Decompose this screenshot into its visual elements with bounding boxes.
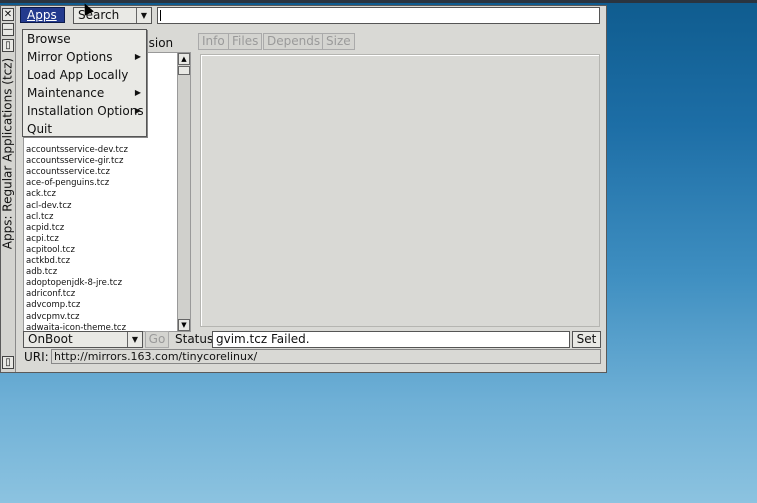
list-item[interactable]: acl.tcz: [26, 212, 53, 223]
menu-item-maintenance[interactable]: Maintenance ▶: [23, 84, 146, 102]
list-item[interactable]: actkbd.tcz: [26, 256, 70, 267]
list-item[interactable]: adb.tcz: [26, 267, 57, 278]
list-item[interactable]: acl-dev.tcz: [26, 201, 71, 212]
submenu-arrow-icon: ▶: [134, 88, 141, 97]
list-item[interactable]: advcpmv.tcz: [26, 312, 80, 323]
menu-item-label: Mirror Options: [27, 50, 113, 64]
list-item[interactable]: accountsservice-gir.tcz: [26, 156, 123, 167]
menu-item-label: Maintenance: [27, 86, 105, 100]
menu-item-browse[interactable]: Browse: [23, 30, 146, 48]
menu-item-label: Installation Options: [27, 104, 144, 118]
list-item[interactable]: acpid.tcz: [26, 223, 64, 234]
list-item[interactable]: acpitool.tcz: [26, 245, 75, 256]
menu-item-installation-options[interactable]: Installation Options ▶: [23, 102, 146, 120]
scroll-up-icon[interactable]: ▲: [178, 53, 190, 65]
status-field: gvim.tcz Failed.: [212, 331, 570, 348]
window-titlebar[interactable]: ✕ — ▯ Apps: Regular Applications (tcz) ▯: [1, 6, 16, 372]
menu-item-label: Browse: [27, 32, 71, 46]
tab-size[interactable]: Size: [322, 33, 355, 50]
chevron-down-icon: ▼: [136, 8, 151, 23]
list-item[interactable]: adriconf.tcz: [26, 289, 75, 300]
minimize-icon[interactable]: —: [2, 23, 14, 36]
desktop-top-strip: [0, 0, 757, 3]
list-item[interactable]: ack.tcz: [26, 189, 56, 200]
scroll-down-icon[interactable]: ▼: [178, 319, 190, 331]
menu-item-label: Load App Locally: [27, 68, 129, 82]
set-button[interactable]: Set: [572, 331, 601, 348]
scroll-thumb[interactable]: [178, 66, 190, 75]
window-title: Apps: Regular Applications (tcz): [0, 57, 15, 250]
search-input[interactable]: [157, 7, 600, 24]
list-item[interactable]: adoptopenjdk-8-jre.tcz: [26, 278, 122, 289]
tab-files[interactable]: Files: [228, 33, 263, 50]
submenu-arrow-icon: ▶: [134, 52, 141, 61]
go-button[interactable]: Go: [145, 331, 169, 348]
uri-label: URI:: [24, 350, 49, 364]
list-item[interactable]: accountsservice.tcz: [26, 167, 110, 178]
list-item[interactable]: acpi.tcz: [26, 234, 59, 245]
apps-dropdown-menu: Browse Mirror Options ▶ Load App Locally…: [22, 29, 147, 137]
chevron-down-icon: ▼: [127, 332, 142, 347]
text-caret: [160, 10, 161, 21]
menu-item-label: Quit: [27, 122, 53, 136]
submenu-arrow-icon: ▶: [134, 106, 141, 115]
onboot-value: OnBoot: [28, 332, 73, 346]
uri-field: http://mirrors.163.com/tinycorelinux/: [51, 349, 601, 364]
close-icon[interactable]: ✕: [2, 8, 14, 21]
info-pane: [200, 54, 600, 327]
menu-item-mirror-options[interactable]: Mirror Options ▶: [23, 48, 146, 66]
tab-depends[interactable]: Depends: [263, 33, 325, 50]
tab-info[interactable]: Info: [198, 33, 229, 50]
menu-item-quit[interactable]: Quit: [23, 120, 146, 138]
list-item[interactable]: advcomp.tcz: [26, 300, 80, 311]
shade-icon[interactable]: ▯: [2, 356, 14, 369]
status-label: Status: [175, 332, 214, 346]
onboot-select[interactable]: OnBoot ▼: [23, 331, 143, 348]
list-item[interactable]: ace-of-penguins.tcz: [26, 178, 109, 189]
apps-menu-button[interactable]: Apps: [20, 7, 65, 23]
list-item[interactable]: accountsservice-dev.tcz: [26, 145, 128, 156]
list-scrollbar[interactable]: ▲ ▼: [177, 52, 191, 332]
menu-item-load-app-locally[interactable]: Load App Locally: [23, 66, 146, 84]
